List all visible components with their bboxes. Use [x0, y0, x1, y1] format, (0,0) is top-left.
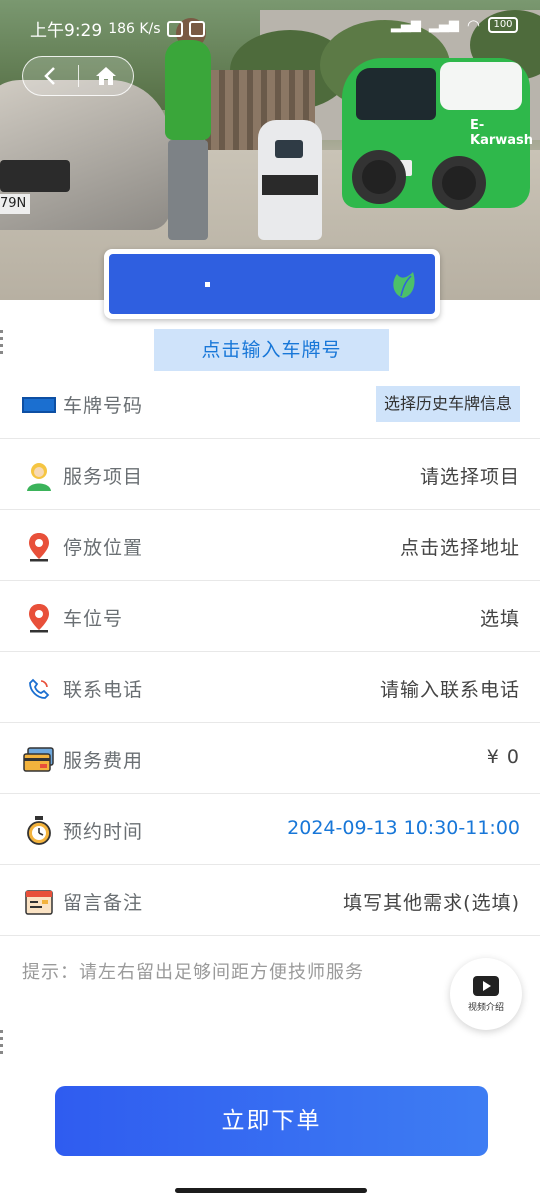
history-plate-button[interactable]: 选择历史车牌信息	[375, 386, 520, 422]
play-icon	[473, 975, 499, 996]
service-select[interactable]: 请选择项目	[420, 462, 520, 489]
edge-decoration	[0, 1030, 3, 1058]
row-label: 预约时间	[63, 821, 144, 843]
status-speed: 186 K/s	[108, 20, 161, 37]
signal-icon: ▂▄▆	[390, 17, 421, 33]
signal-icon: ▂▄▆	[428, 17, 459, 33]
video-intro-label: 视频介绍	[467, 1002, 504, 1013]
worker-icon	[22, 460, 56, 492]
status-bar: 上午9:29 186 K/s ▂▄▆ ▂▄▆ ◠ 100	[0, 0, 540, 52]
location-pin-icon	[22, 531, 56, 563]
leaf-icon	[393, 272, 415, 298]
row-label: 联系电话	[63, 679, 144, 701]
row-parking-location[interactable]: 停放位置 点击选择地址	[0, 511, 540, 581]
battery-icon: 100	[488, 17, 518, 33]
card-icon	[22, 744, 56, 776]
row-label: 留言备注	[63, 892, 144, 914]
stopwatch-icon	[22, 815, 56, 847]
row-label: 服务费用	[63, 750, 144, 772]
edge-decoration	[0, 330, 3, 358]
hero-brand-text: E-Karwash	[470, 118, 534, 148]
row-label: 车牌号码	[63, 395, 144, 417]
app-icon	[188, 20, 205, 37]
row-label: 服务项目	[63, 466, 144, 488]
notification-icon	[166, 20, 183, 37]
phone-input[interactable]: 请输入联系电话	[380, 675, 520, 702]
home-icon	[95, 67, 116, 85]
chevron-left-icon	[44, 67, 56, 85]
location-pin-icon	[22, 602, 56, 634]
appointment-time-select[interactable]: 2024-09-13 10:30-11:00	[287, 817, 520, 839]
nav-capsule	[22, 56, 134, 96]
phone-icon	[22, 673, 56, 705]
row-parking-spot[interactable]: 车位号 选填	[0, 582, 540, 652]
plate-display[interactable]	[104, 249, 440, 319]
enter-plate-button[interactable]: 点击输入车牌号	[154, 329, 389, 371]
row-appointment-time[interactable]: 预约时间 2024-09-13 10:30-11:00	[0, 795, 540, 865]
address-select[interactable]: 点击选择地址	[400, 533, 520, 560]
row-label: 停放位置	[63, 537, 144, 559]
row-label: 车位号	[63, 608, 124, 630]
plate-separator-dot	[205, 282, 210, 287]
spacing-tip: 提示：请左右留出足够间距方便技师服务	[22, 962, 364, 983]
back-button[interactable]	[23, 56, 78, 96]
row-service-item[interactable]: 服务项目 请选择项目	[0, 440, 540, 510]
row-remarks[interactable]: 留言备注 填写其他需求(选填)	[0, 866, 540, 936]
calendar-note-icon	[22, 886, 56, 918]
row-service-fee: 服务费用 ¥ 0	[0, 724, 540, 794]
fee-value: ¥ 0	[486, 746, 520, 768]
row-contact-phone[interactable]: 联系电话 请输入联系电话	[0, 653, 540, 723]
status-time: 上午9:29	[30, 21, 103, 41]
video-intro-button[interactable]: 视频介绍	[450, 958, 522, 1030]
plate-icon	[22, 389, 56, 421]
parking-spot-input[interactable]: 选填	[480, 604, 520, 631]
remarks-input[interactable]: 填写其他需求(选填)	[343, 888, 520, 915]
row-plate-number[interactable]: 车牌号码 选择历史车牌信息	[0, 369, 540, 439]
home-indicator[interactable]	[175, 1188, 367, 1193]
home-button[interactable]	[78, 56, 133, 96]
place-order-button[interactable]: 立即下单	[55, 1086, 488, 1156]
wifi-icon: ◠	[466, 16, 480, 34]
car-plate-fragment: 79N	[0, 194, 30, 214]
